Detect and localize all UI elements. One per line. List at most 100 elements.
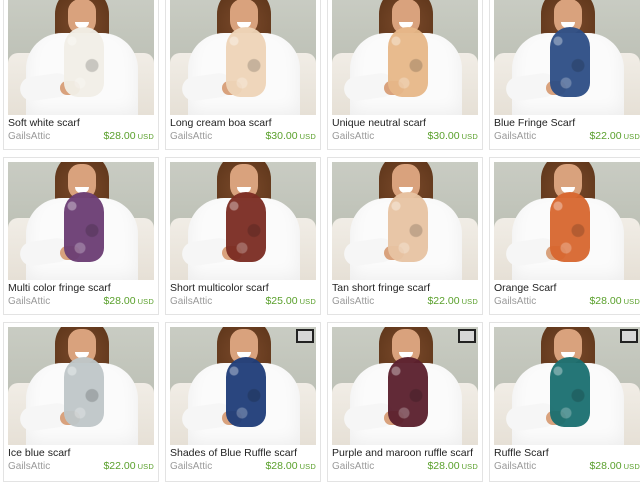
currency-code: USD xyxy=(137,132,154,141)
purple-maroon-ruffle-scarf-icon xyxy=(388,357,428,427)
listing-card[interactable]: Tan short fringe scarf GailsAttic $22.00… xyxy=(327,157,483,315)
listing-meta: GailsAttic $22.00 USD xyxy=(332,295,478,308)
listing-card[interactable]: Orange Scarf GailsAttic $28.00 USD xyxy=(489,157,640,315)
listing-card[interactable]: Ruffle Scarf GailsAttic $28.00 USD xyxy=(489,322,640,482)
price-amount: $22.00 xyxy=(103,460,136,472)
price-amount: $25.00 xyxy=(265,295,298,307)
price: $28.00 USD xyxy=(589,460,640,473)
currency-code: USD xyxy=(137,462,154,471)
shop-name[interactable]: GailsAttic xyxy=(494,130,536,143)
shop-name[interactable]: GailsAttic xyxy=(332,130,374,143)
listing-meta: GailsAttic $30.00 USD xyxy=(332,130,478,143)
price-amount: $28.00 xyxy=(103,295,136,307)
ice-blue-scarf-icon xyxy=(64,357,104,427)
product-photo[interactable] xyxy=(332,327,478,445)
product-photo[interactable] xyxy=(170,0,316,115)
currency-code: USD xyxy=(299,132,316,141)
currency-code: USD xyxy=(623,297,640,306)
price: $22.00 USD xyxy=(103,460,154,473)
price: $28.00 USD xyxy=(103,130,154,143)
listing-card[interactable]: Shades of Blue Ruffle scarf GailsAttic $… xyxy=(165,322,321,482)
white-scarf-icon xyxy=(64,27,104,97)
listing-meta: GailsAttic $22.00 USD xyxy=(8,460,154,473)
listing-title[interactable]: Multi color fringe scarf xyxy=(8,282,154,295)
product-photo[interactable] xyxy=(170,162,316,280)
price: $28.00 USD xyxy=(427,460,478,473)
shop-name[interactable]: GailsAttic xyxy=(332,460,374,473)
shop-name[interactable]: GailsAttic xyxy=(332,295,374,308)
listing-meta: GailsAttic $22.00 USD xyxy=(494,130,640,143)
listing-title[interactable]: Unique neutral scarf xyxy=(332,117,478,130)
price-amount: $22.00 xyxy=(427,295,460,307)
listing-title[interactable]: Orange Scarf xyxy=(494,282,640,295)
currency-code: USD xyxy=(299,297,316,306)
product-photo[interactable] xyxy=(8,0,154,115)
listing-card[interactable]: Unique neutral scarf GailsAttic $30.00 US… xyxy=(327,0,483,150)
listing-grid: Soft white scarf GailsAttic $28.00 USD Lo… xyxy=(0,0,640,482)
price-amount: $28.00 xyxy=(589,460,622,472)
product-photo[interactable] xyxy=(494,0,640,115)
listing-card[interactable]: Soft white scarf GailsAttic $28.00 USD xyxy=(3,0,159,150)
cream-boa-scarf-icon xyxy=(226,27,266,97)
listing-title[interactable]: Ruffle Scarf xyxy=(494,447,640,460)
shop-name[interactable]: GailsAttic xyxy=(170,295,212,308)
currency-code: USD xyxy=(461,297,478,306)
listing-title[interactable]: Blue Fringe Scarf xyxy=(494,117,640,130)
product-photo[interactable] xyxy=(332,0,478,115)
listing-title[interactable]: Short multicolor scarf xyxy=(170,282,316,295)
price: $28.00 USD xyxy=(265,460,316,473)
wall-frame-icon xyxy=(296,329,314,343)
currency-code: USD xyxy=(137,297,154,306)
price: $22.00 USD xyxy=(427,295,478,308)
listing-meta: GailsAttic $28.00 USD xyxy=(332,460,478,473)
short-multicolor-scarf-icon xyxy=(226,192,266,262)
listing-title[interactable]: Long cream boa scarf xyxy=(170,117,316,130)
shop-name[interactable]: GailsAttic xyxy=(8,130,50,143)
product-photo[interactable] xyxy=(8,327,154,445)
shop-name[interactable]: GailsAttic xyxy=(494,295,536,308)
wall-frame-icon xyxy=(620,329,638,343)
price: $28.00 USD xyxy=(589,295,640,308)
listing-title[interactable]: Ice blue scarf xyxy=(8,447,154,460)
orange-scarf-icon xyxy=(550,192,590,262)
listing-card[interactable]: Multi color fringe scarf GailsAttic $28.… xyxy=(3,157,159,315)
listing-title[interactable]: Purple and maroon ruffle scarf xyxy=(332,447,478,460)
tan-fringe-scarf-icon xyxy=(388,192,428,262)
listing-card[interactable]: Blue Fringe Scarf GailsAttic $22.00 USD xyxy=(489,0,640,150)
shop-name[interactable]: GailsAttic xyxy=(8,460,50,473)
listing-card[interactable]: Purple and maroon ruffle scarf GailsAtti… xyxy=(327,322,483,482)
price-amount: $22.00 xyxy=(589,130,622,142)
listing-title[interactable]: Tan short fringe scarf xyxy=(332,282,478,295)
teal-ruffle-scarf-icon xyxy=(550,357,590,427)
shop-name[interactable]: GailsAttic xyxy=(170,130,212,143)
listing-meta: GailsAttic $28.00 USD xyxy=(494,460,640,473)
currency-code: USD xyxy=(461,462,478,471)
price-amount: $28.00 xyxy=(427,460,460,472)
product-photo[interactable] xyxy=(170,327,316,445)
listing-card[interactable]: Short multicolor scarf GailsAttic $25.00… xyxy=(165,157,321,315)
listing-title[interactable]: Shades of Blue Ruffle scarf xyxy=(170,447,316,460)
neutral-scarf-icon xyxy=(388,27,428,97)
shop-name[interactable]: GailsAttic xyxy=(8,295,50,308)
price: $25.00 USD xyxy=(265,295,316,308)
multicolor-fringe-scarf-icon xyxy=(64,192,104,262)
price: $30.00 USD xyxy=(427,130,478,143)
currency-code: USD xyxy=(623,132,640,141)
product-photo[interactable] xyxy=(332,162,478,280)
shop-name[interactable]: GailsAttic xyxy=(170,460,212,473)
currency-code: USD xyxy=(299,462,316,471)
listing-meta: GailsAttic $28.00 USD xyxy=(494,295,640,308)
price-amount: $28.00 xyxy=(265,460,298,472)
listing-card[interactable]: Ice blue scarf GailsAttic $22.00 USD xyxy=(3,322,159,482)
product-photo[interactable] xyxy=(494,327,640,445)
currency-code: USD xyxy=(623,462,640,471)
product-photo[interactable] xyxy=(8,162,154,280)
listing-title[interactable]: Soft white scarf xyxy=(8,117,154,130)
shop-name[interactable]: GailsAttic xyxy=(494,460,536,473)
price-amount: $28.00 xyxy=(103,130,136,142)
price-amount: $30.00 xyxy=(265,130,298,142)
listing-card[interactable]: Long cream boa scarf GailsAttic $30.00 US… xyxy=(165,0,321,150)
price-amount: $30.00 xyxy=(427,130,460,142)
price: $22.00 USD xyxy=(589,130,640,143)
product-photo[interactable] xyxy=(494,162,640,280)
